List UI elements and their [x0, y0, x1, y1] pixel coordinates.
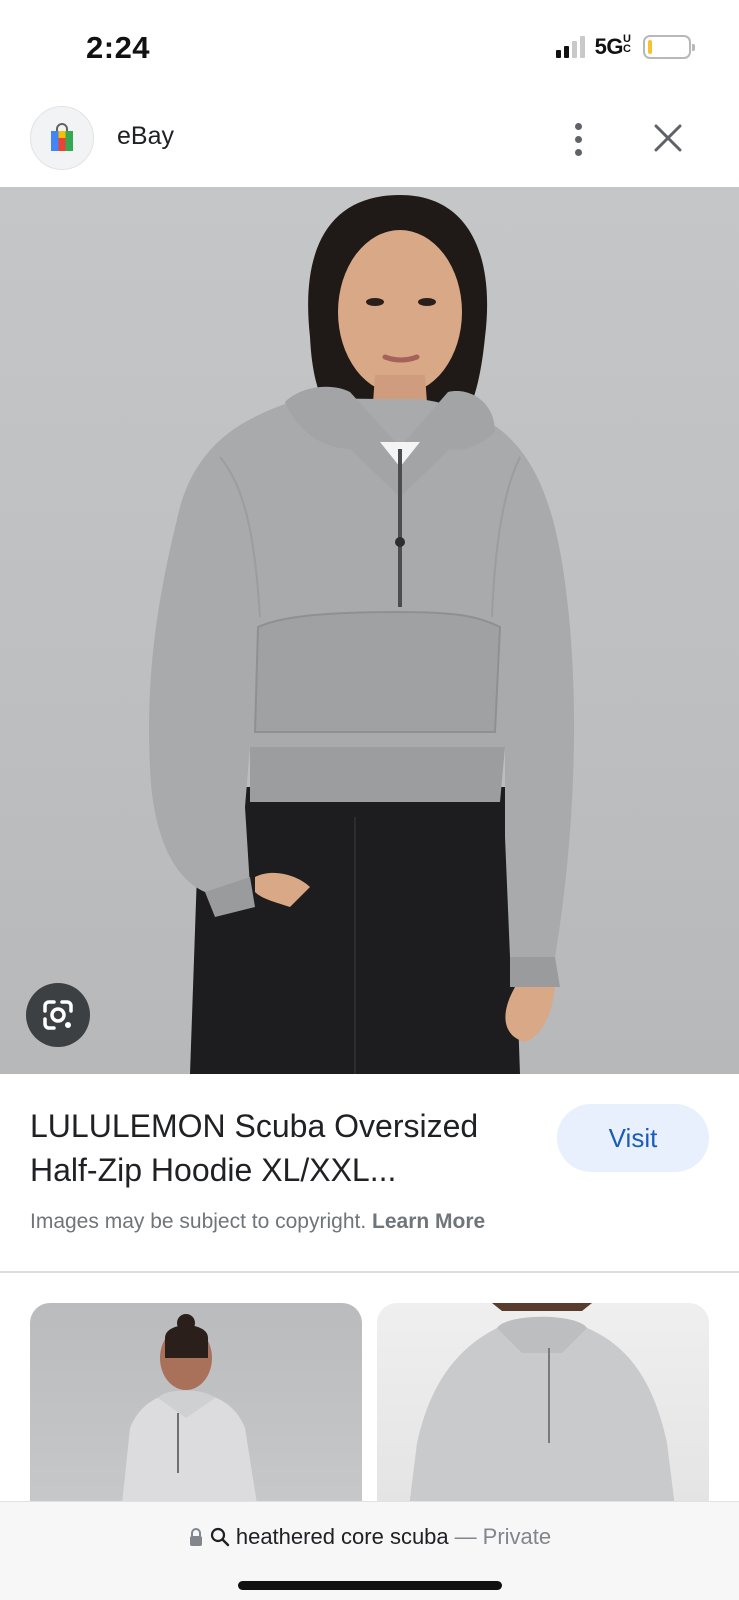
close-icon	[654, 124, 682, 152]
learn-more-link[interactable]: Learn More	[372, 1210, 485, 1233]
status-bar: 2:24 5GUC	[0, 0, 739, 96]
lock-icon	[189, 1528, 202, 1546]
close-button[interactable]	[648, 118, 688, 158]
copyright-notice: Images may be subject to copyright. Lear…	[30, 1210, 485, 1234]
battery-icon	[643, 35, 695, 59]
related-product-photo	[120, 1314, 260, 1523]
google-lens-icon	[43, 1000, 73, 1030]
more-options-button[interactable]	[560, 114, 596, 164]
battery-level	[648, 40, 652, 54]
related-image-card[interactable]	[30, 1303, 362, 1523]
search-query-row[interactable]: heathered core scuba — Private	[0, 1524, 739, 1550]
result-title: LULULEMON Scuba Oversized Half-Zip Hoodi…	[30, 1108, 479, 1188]
home-indicator[interactable]	[238, 1581, 502, 1590]
product-image[interactable]	[0, 187, 739, 1074]
status-indicators: 5GUC	[555, 33, 695, 60]
viewer-header: eBay	[0, 100, 739, 186]
product-photo	[149, 195, 575, 1074]
related-image-card[interactable]	[377, 1303, 709, 1523]
search-query-text: heathered core scuba	[235, 1524, 449, 1549]
google-lens-button[interactable]	[26, 983, 90, 1047]
signal-strength-icon	[555, 36, 585, 58]
related-product-photo	[407, 1303, 677, 1523]
status-time: 2:24	[86, 30, 151, 65]
shopping-bag-icon	[51, 123, 73, 151]
private-mode-label: Private	[482, 1524, 552, 1549]
related-images	[30, 1303, 709, 1523]
network-label: 5GUC	[594, 33, 631, 60]
section-divider	[0, 1271, 739, 1273]
copyright-text: Images may be subject to copyright.	[30, 1210, 367, 1233]
more-vertical-icon	[574, 122, 582, 130]
site-favicon[interactable]	[30, 106, 94, 170]
query-separator: —	[454, 1524, 477, 1549]
browser-bottom-bar[interactable]: heathered core scuba — Private	[0, 1501, 739, 1600]
visit-button[interactable]: Visit	[557, 1104, 709, 1172]
search-icon	[210, 1527, 230, 1547]
site-name[interactable]: eBay	[117, 122, 174, 151]
